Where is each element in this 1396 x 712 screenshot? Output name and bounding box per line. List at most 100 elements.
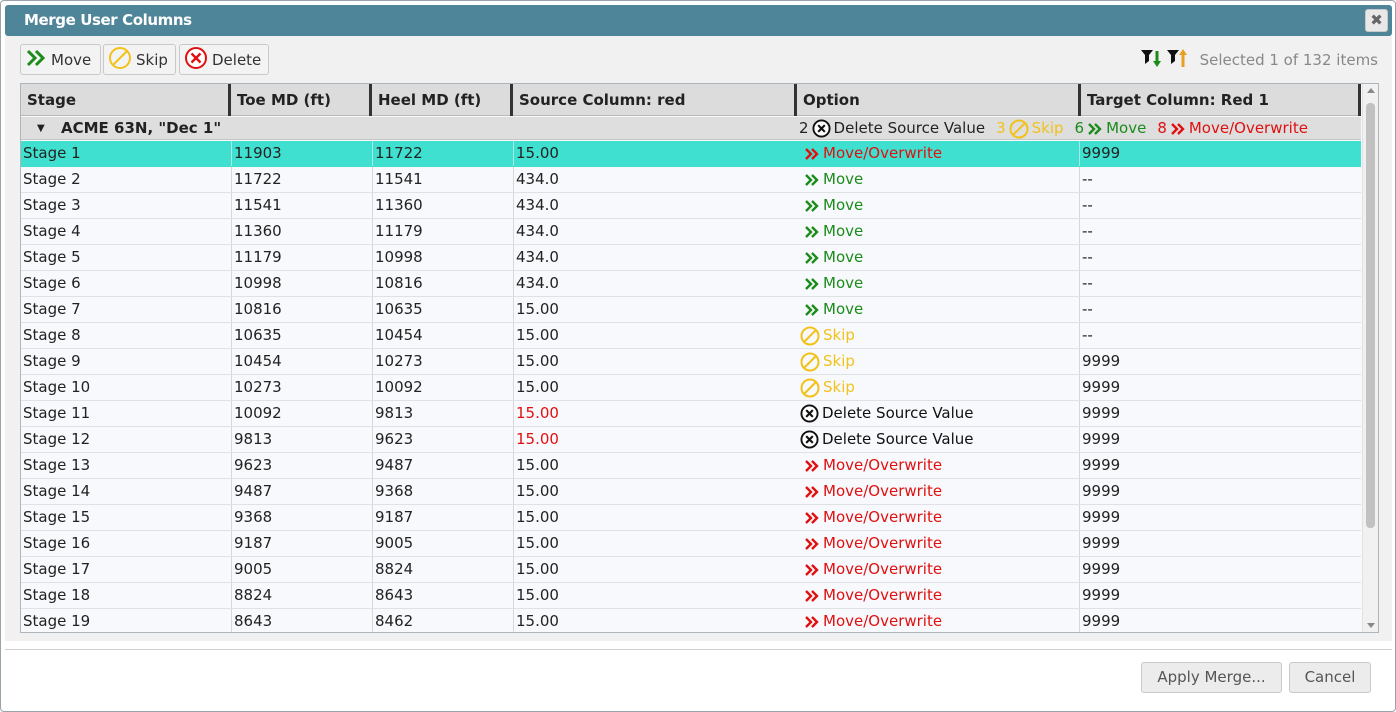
toe-cell: 11179 — [231, 245, 372, 270]
summary-delete-count: 2 — [799, 119, 809, 137]
option-label: Move/Overwrite — [823, 586, 943, 604]
move-button-label: Move — [51, 50, 92, 69]
heel-cell: 10273 — [372, 349, 513, 374]
move-icon — [25, 48, 47, 72]
table-row[interactable]: Stage 17 9005 8824 15.00 Move/Overwrite 9999 — [21, 557, 1361, 583]
heel-cell: 10454 — [372, 323, 513, 348]
toe-cell: 9005 — [231, 557, 372, 582]
table-row[interactable]: Stage 3 11541 11360 434.0 Move -- — [21, 193, 1361, 219]
column-header-target[interactable]: Target Column: Red 1 — [1081, 84, 1361, 116]
stage-cell: Stage 9 — [23, 352, 81, 370]
target-cell: 9999 — [1079, 609, 1361, 632]
source-cell: 15.00 — [513, 375, 797, 400]
group-row[interactable]: ▼ ACME 63N, "Dec 1" 2 Delete Source Valu… — [21, 117, 1361, 140]
source-cell: 15.00 — [513, 505, 797, 530]
summary-skip-label: Skip — [1031, 119, 1064, 137]
group-toggle-icon[interactable]: ▼ — [37, 118, 45, 140]
option-cell: Delete Source Value — [797, 427, 1079, 452]
column-header-source[interactable]: Source Column: red — [513, 84, 797, 116]
table-row[interactable]: Stage 19 8643 8462 15.00 Move/Overwrite 9999 — [21, 609, 1361, 632]
delete-button[interactable]: Delete — [179, 44, 269, 75]
toe-cell: 8824 — [231, 583, 372, 608]
source-cell: 15.00 — [513, 349, 797, 374]
column-header-stage[interactable]: Stage — [21, 84, 231, 116]
table-row[interactable]: Stage 18 8824 8643 15.00 Move/Overwrite 9999 — [21, 583, 1361, 609]
filter-controls — [1139, 46, 1189, 74]
column-header-heel[interactable]: Heel MD (ft) — [372, 84, 513, 116]
summary-skip-count: 3 — [996, 119, 1006, 137]
toe-cell: 10998 — [231, 271, 372, 296]
target-cell: 9999 — [1079, 583, 1361, 608]
close-button[interactable]: ✖ — [1365, 9, 1388, 32]
table-row[interactable]: Stage 2 11722 11541 434.0 Move -- — [21, 167, 1361, 193]
overwrite-icon — [804, 485, 820, 499]
overwrite-icon — [804, 563, 820, 577]
apply-merge-button[interactable]: Apply Merge... — [1141, 662, 1282, 693]
table-row[interactable]: Stage 16 9187 9005 15.00 Move/Overwrite 9999 — [21, 531, 1361, 557]
scroll-down-icon[interactable] — [1367, 623, 1375, 628]
move-icon — [1087, 122, 1103, 136]
source-cell: 15.00 — [513, 479, 797, 504]
option-label: Skip — [823, 326, 855, 344]
delete-icon — [812, 119, 831, 138]
filter-down-icon[interactable] — [1139, 46, 1163, 74]
table-row[interactable]: Stage 6 10998 10816 434.0 Move -- — [21, 271, 1361, 297]
move-button[interactable]: Move — [20, 44, 101, 75]
heel-cell: 9623 — [372, 427, 513, 452]
heel-cell: 10635 — [372, 297, 513, 322]
source-cell: 434.0 — [513, 219, 797, 244]
skip-button[interactable]: Skip — [103, 44, 176, 75]
column-header-toe[interactable]: Toe MD (ft) — [231, 84, 372, 116]
table-row[interactable]: Stage 12 9813 9623 15.00 Delete Source Value… — [21, 427, 1361, 453]
toe-cell: 9813 — [231, 427, 372, 452]
source-cell: 15.00 — [513, 531, 797, 556]
toe-cell: 10092 — [231, 401, 372, 426]
overwrite-icon — [804, 537, 820, 551]
table-row[interactable]: Stage 1 11903 11722 15.00 Move/Overwrite 9999 — [21, 141, 1361, 167]
table-row[interactable]: Stage 7 10816 10635 15.00 Move -- — [21, 297, 1361, 323]
table-row[interactable]: Stage 10 10273 10092 15.00 Skip 9999 — [21, 375, 1361, 401]
option-cell: Move/Overwrite — [797, 583, 1079, 608]
target-cell: -- — [1079, 219, 1361, 244]
footer-divider — [5, 649, 1392, 650]
move-icon — [804, 303, 820, 317]
vertical-scrollbar[interactable] — [1362, 84, 1378, 632]
stage-cell: Stage 16 — [23, 534, 91, 552]
scroll-up-icon[interactable] — [1367, 88, 1375, 93]
option-cell: Move/Overwrite — [797, 453, 1079, 478]
toe-cell: 10454 — [231, 349, 372, 374]
title-bar[interactable]: Merge User Columns ✖ — [5, 5, 1392, 36]
stage-cell: Stage 8 — [23, 326, 81, 344]
table-row[interactable]: Stage 9 10454 10273 15.00 Skip 9999 — [21, 349, 1361, 375]
move-icon — [804, 199, 820, 213]
toe-cell: 10816 — [231, 297, 372, 322]
option-label: Move/Overwrite — [823, 560, 943, 578]
table-row[interactable]: Stage 15 9368 9187 15.00 Move/Overwrite 9999 — [21, 505, 1361, 531]
column-header-option[interactable]: Option — [797, 84, 1081, 116]
target-cell: -- — [1079, 323, 1361, 348]
table-row[interactable]: Stage 13 9623 9487 15.00 Move/Overwrite 9999 — [21, 453, 1361, 479]
target-cell: 9999 — [1079, 427, 1361, 452]
delete-icon — [800, 404, 819, 423]
overwrite-icon — [1170, 122, 1186, 136]
table-row[interactable]: Stage 8 10635 10454 15.00 Skip -- — [21, 323, 1361, 349]
table-row[interactable]: Stage 14 9487 9368 15.00 Move/Overwrite 9999 — [21, 479, 1361, 505]
scrollbar-thumb[interactable] — [1366, 103, 1375, 528]
table-row[interactable]: Stage 11 10092 9813 15.00 Delete Source Valu… — [21, 401, 1361, 427]
heel-cell: 10998 — [372, 245, 513, 270]
table-row[interactable]: Stage 5 11179 10998 434.0 Move -- — [21, 245, 1361, 271]
source-cell: 15.00 — [513, 297, 797, 322]
stage-cell: Stage 15 — [23, 508, 91, 526]
toe-cell: 11360 — [231, 219, 372, 244]
table-row[interactable]: Stage 4 11360 11179 434.0 Move -- — [21, 219, 1361, 245]
cancel-button[interactable]: Cancel — [1289, 662, 1371, 693]
stage-cell: Stage 10 — [23, 378, 91, 396]
stage-cell: Stage 17 — [23, 560, 91, 578]
target-cell: 9999 — [1079, 557, 1361, 582]
toe-cell: 10273 — [231, 375, 372, 400]
heel-cell: 11722 — [372, 141, 513, 166]
filter-up-icon[interactable] — [1165, 46, 1189, 74]
dialog-title: Merge User Columns — [24, 11, 192, 29]
heel-cell: 9187 — [372, 505, 513, 530]
heel-cell: 8643 — [372, 583, 513, 608]
